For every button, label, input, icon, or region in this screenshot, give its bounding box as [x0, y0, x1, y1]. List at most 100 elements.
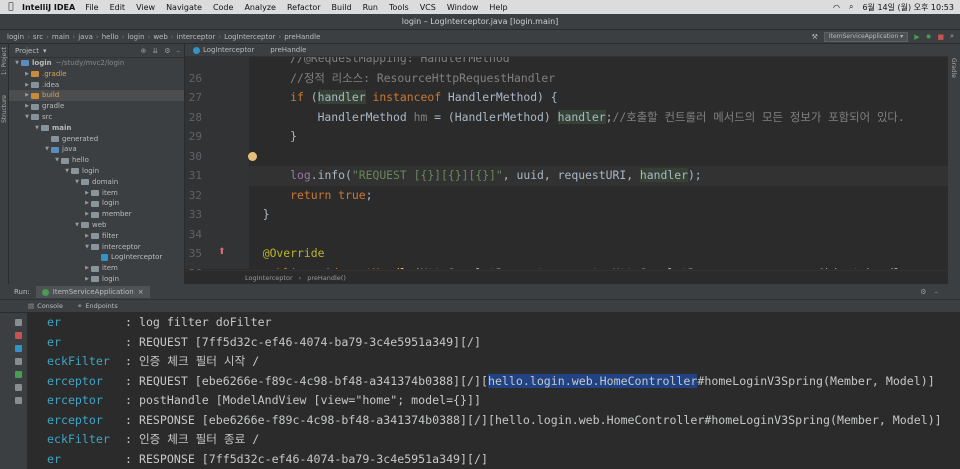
- rerun-icon[interactable]: [15, 319, 22, 326]
- code-line[interactable]: //@RequestMapping: HandlerMethod: [249, 57, 948, 69]
- footer-crumb-class[interactable]: LogInterceptor: [245, 274, 293, 282]
- code-line[interactable]: [249, 225, 948, 245]
- code-line[interactable]: public void postHandle(HttpServletReques…: [249, 264, 948, 270]
- tree-item[interactable]: ▶.gradle: [9, 69, 184, 80]
- structure-tool-label[interactable]: Structure: [1, 95, 8, 123]
- restore-layout-icon[interactable]: [15, 358, 22, 365]
- tree-item[interactable]: ▼login~/study/mvc2/login: [9, 58, 184, 69]
- chevron-right-icon[interactable]: ▶: [83, 209, 91, 220]
- tree-item[interactable]: ▶item: [9, 188, 184, 199]
- search-everywhere-icon[interactable]: ⌕: [950, 32, 954, 41]
- console-line[interactable]: er: log filter doFilter: [27, 313, 960, 333]
- code-line[interactable]: HandlerMethod hm = (HandlerMethod) handl…: [249, 108, 948, 128]
- wifi-icon[interactable]: ◠: [833, 3, 840, 12]
- menu-item-window[interactable]: Window: [447, 3, 479, 12]
- tree-item[interactable]: LogInterceptor: [9, 252, 184, 263]
- breadcrumb-item[interactable]: login: [124, 33, 147, 41]
- breadcrumb-item[interactable]: java: [75, 33, 96, 41]
- chevron-down-icon[interactable]: ▼: [53, 155, 61, 166]
- run-config-select[interactable]: ItemServiceApplication ▾: [824, 32, 908, 42]
- tree-item[interactable]: ▼domain: [9, 177, 184, 188]
- close-icon[interactable]: ×: [138, 288, 144, 296]
- chevron-down-icon[interactable]: ▼: [73, 177, 81, 188]
- chevron-right-icon[interactable]: ▶: [23, 90, 31, 101]
- tree-item[interactable]: ▼java: [9, 144, 184, 155]
- search-icon[interactable]: ⌕: [849, 2, 853, 12]
- console-line[interactable]: er: RESPONSE [7ff5d32c-ef46-4074-ba79-3c…: [27, 450, 960, 469]
- menu-item-run[interactable]: Run: [363, 3, 378, 12]
- code-line[interactable]: @Override: [249, 244, 948, 264]
- code-area[interactable]: //@RequestMapping: HandlerMethod //정적 리소…: [249, 57, 948, 269]
- gradle-tool-label[interactable]: Gradle: [950, 58, 957, 78]
- camera-icon[interactable]: [15, 345, 22, 352]
- datetime[interactable]: 6월 14일 (월) 오후 10:53: [862, 2, 954, 13]
- console-line[interactable]: er: REQUEST [7ff5d32c-ef46-4074-ba79-3c4…: [27, 333, 960, 353]
- trash-icon[interactable]: [15, 397, 22, 404]
- console-line[interactable]: eckFilter: 인증 체크 필터 시작 /: [27, 352, 960, 372]
- minimize-icon[interactable]: –: [935, 288, 939, 296]
- tree-item[interactable]: ▼interceptor: [9, 242, 184, 253]
- app-menu-name[interactable]: IntelliJ IDEA: [22, 3, 75, 12]
- tree-item[interactable]: ▼hello: [9, 155, 184, 166]
- chevron-down-icon[interactable]: ▼: [33, 123, 41, 134]
- gear-icon[interactable]: ⚙: [164, 47, 170, 55]
- menu-item-tools[interactable]: Tools: [389, 3, 409, 12]
- menu-item-view[interactable]: View: [136, 3, 155, 12]
- chevron-down-icon[interactable]: ▾: [43, 47, 47, 55]
- breadcrumb-item[interactable]: src: [30, 33, 46, 41]
- breadcrumb-item[interactable]: main: [49, 33, 73, 41]
- tree-item[interactable]: ▶member: [9, 209, 184, 220]
- menu-item-build[interactable]: Build: [332, 3, 352, 12]
- chevron-right-icon[interactable]: ▶: [83, 231, 91, 242]
- print-icon[interactable]: [15, 384, 22, 391]
- stop-icon[interactable]: ■: [937, 33, 944, 41]
- debug-icon[interactable]: ✹: [926, 33, 932, 41]
- gear-icon[interactable]: ⚙: [920, 288, 926, 296]
- breadcrumb-item[interactable]: preHandle: [281, 33, 323, 41]
- code-line[interactable]: //정적 리소스: ResourceHttpRequestHandler: [249, 69, 948, 89]
- lightbulb-icon[interactable]: [248, 152, 257, 161]
- tree-item[interactable]: generated: [9, 134, 184, 145]
- chevron-down-icon[interactable]: ▼: [83, 242, 91, 253]
- console-line[interactable]: erceptor: RESPONSE [ebe6266e-f89c-4c98-b…: [27, 411, 960, 431]
- tree-item[interactable]: ▼main: [9, 123, 184, 134]
- tree-item[interactable]: ▼web: [9, 220, 184, 231]
- minimize-icon[interactable]: –: [177, 47, 181, 55]
- chevron-right-icon[interactable]: ▶: [83, 188, 91, 199]
- tree-item[interactable]: ▶filter: [9, 231, 184, 242]
- chevron-right-icon[interactable]: ▶: [23, 69, 31, 80]
- breadcrumb-item[interactable]: web: [150, 33, 170, 41]
- console-line[interactable]: erceptor: REQUEST [ebe6266e-f89c-4c98-bf…: [27, 372, 960, 392]
- chevron-right-icon[interactable]: ▶: [83, 198, 91, 209]
- code-line[interactable]: [249, 147, 948, 167]
- chevron-down-icon[interactable]: ▼: [43, 144, 51, 155]
- console-line[interactable]: eckFilter: 인증 체크 필터 종료 /: [27, 430, 960, 450]
- code-line[interactable]: return true;: [249, 186, 948, 206]
- menu-item-refactor[interactable]: Refactor: [287, 3, 321, 12]
- tab-endpoints[interactable]: ⚭Endpoints: [77, 302, 118, 310]
- breadcrumb-item[interactable]: interceptor: [174, 33, 219, 41]
- footer-crumb-method[interactable]: preHandle(): [307, 274, 346, 282]
- project-tool-label[interactable]: 1: Project: [1, 47, 8, 75]
- console-line[interactable]: erceptor: postHandle [ModelAndView [view…: [27, 391, 960, 411]
- tree-item[interactable]: ▶.idea: [9, 80, 184, 91]
- menu-item-vcs[interactable]: VCS: [420, 3, 436, 12]
- override-marker-icon[interactable]: ⬆: [218, 247, 226, 257]
- run-icon[interactable]: ▶: [914, 33, 919, 41]
- code-line[interactable]: }: [249, 127, 948, 147]
- tree-item[interactable]: ▶gradle: [9, 101, 184, 112]
- chevron-down-icon[interactable]: ▼: [73, 220, 81, 231]
- console-output[interactable]: er: log filter doFilterer: REQUEST [7ff5…: [27, 313, 960, 469]
- tree-item[interactable]: ▶build: [9, 90, 184, 101]
- chevron-down-icon[interactable]: ▼: [23, 112, 31, 123]
- project-title[interactable]: Project: [15, 47, 39, 55]
- breadcrumb-item[interactable]: LogInterceptor: [221, 33, 278, 41]
- menu-item-analyze[interactable]: Analyze: [244, 3, 276, 12]
- tree-item[interactable]: ▶login: [9, 198, 184, 209]
- tree-item[interactable]: ▼src: [9, 112, 184, 123]
- menu-item-file[interactable]: File: [85, 3, 98, 12]
- breadcrumb-item[interactable]: hello: [99, 33, 122, 41]
- chevron-right-icon[interactable]: ▶: [23, 101, 31, 112]
- code-line[interactable]: log.info("REQUEST [{}][{}][{}]", uuid, r…: [249, 166, 948, 186]
- menu-item-code[interactable]: Code: [213, 3, 233, 12]
